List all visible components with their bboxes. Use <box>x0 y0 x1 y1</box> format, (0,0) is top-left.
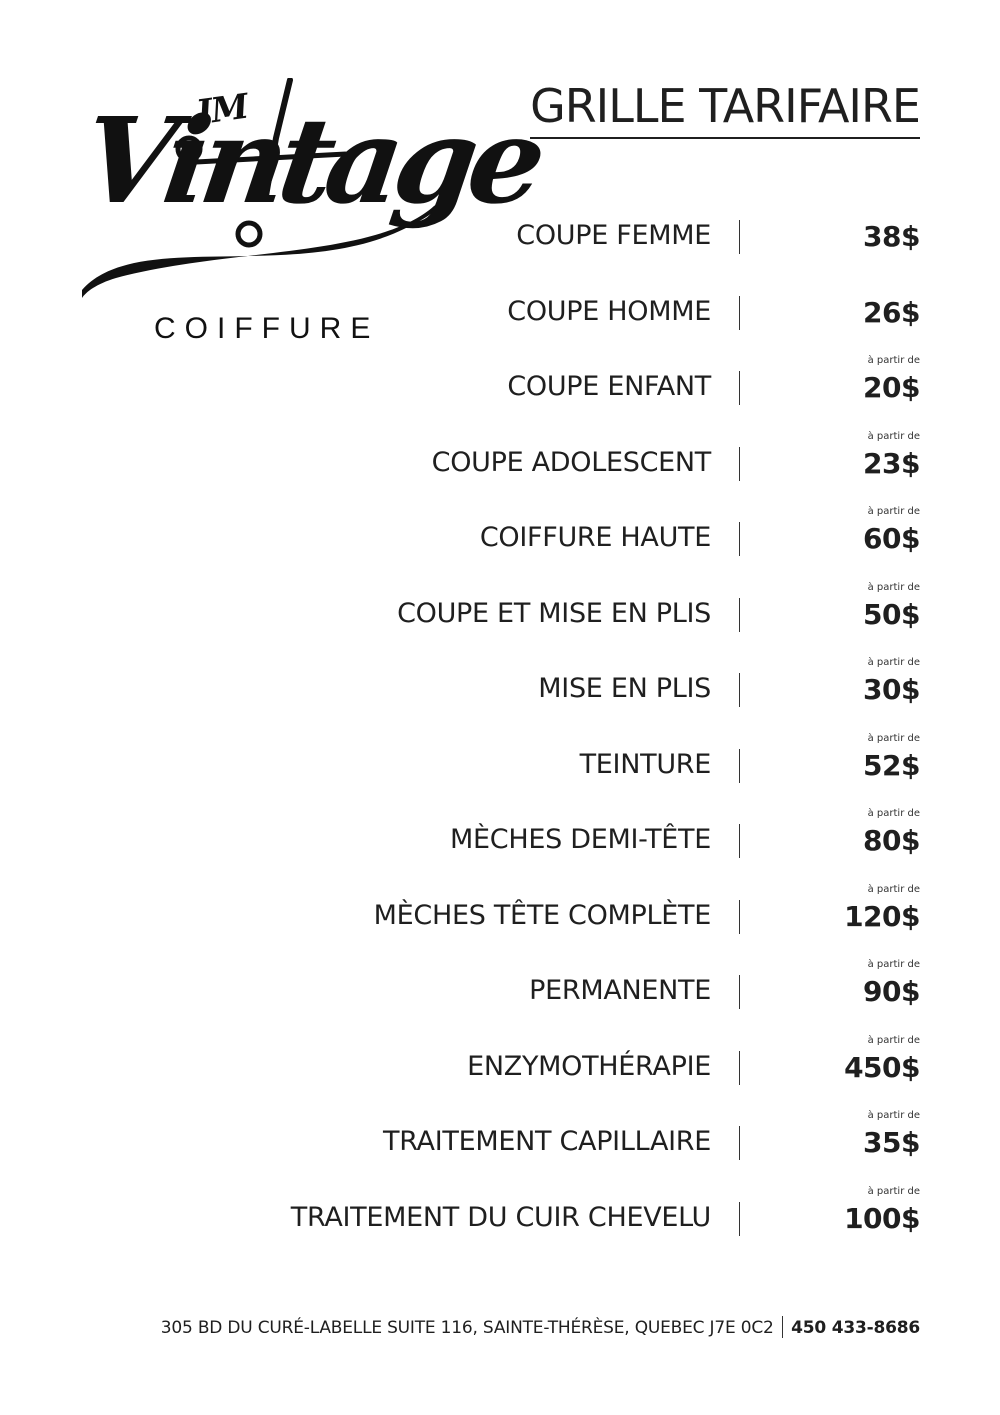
service-name: COUPE ENFANT <box>507 371 711 402</box>
service-name: TRAITEMENT DU CUIR CHEVELU <box>290 1201 712 1233</box>
service-name: COIFFURE HAUTE <box>479 522 711 553</box>
service-name: ENZYMOTHÉRAPIE <box>467 1050 711 1082</box>
footer-divider <box>781 1316 784 1338</box>
row-divider <box>738 1050 740 1085</box>
service-price: 450$ <box>844 1050 920 1084</box>
row-divider <box>738 899 740 934</box>
price-row: COUPE FEMME 38$ <box>220 212 920 288</box>
service-price: 80$ <box>863 824 920 857</box>
from-label: à partir de <box>867 430 920 442</box>
from-label: à partir de <box>867 657 920 668</box>
row-divider <box>738 748 740 783</box>
row-divider <box>738 522 740 556</box>
service-name: TRAITEMENT CAPILLAIRE <box>383 1126 711 1157</box>
price-row: PERMANENTE à partir de 90$ <box>220 959 920 1043</box>
from-label: à partir de <box>867 506 920 517</box>
service-price: 35$ <box>863 1126 920 1159</box>
row-divider <box>738 975 740 1009</box>
logo-wordmark: Vintage <box>74 91 547 230</box>
price-row: TEINTURE à partir de 52$ <box>220 733 920 817</box>
service-name: MÈCHES TÊTE COMPLÈTE <box>373 899 712 931</box>
service-name: COUPE HOMME <box>507 295 711 327</box>
service-price: 52$ <box>863 748 920 782</box>
row-divider <box>738 371 740 405</box>
row-divider <box>738 220 740 254</box>
price-row: MISE EN PLIS à partir de 30$ <box>220 657 920 741</box>
service-name: PERMANENTE <box>529 975 711 1006</box>
service-name: COUPE ADOLESCENT <box>431 446 712 478</box>
from-label: à partir de <box>867 581 920 593</box>
price-list: COUPE FEMME 38$ COUPE HOMME 26$ COUPE ENFANT… <box>220 212 920 1269</box>
service-price: 120$ <box>844 899 920 933</box>
service-price: 38$ <box>863 220 920 253</box>
price-row: ENZYMOTHÉRAPIE à partir de 450$ <box>220 1035 920 1119</box>
price-row: COUPE ET MISE EN PLIS à partir de 50$ <box>220 582 920 666</box>
from-label: à partir de <box>867 732 920 744</box>
from-label: à partir de <box>867 1110 920 1121</box>
from-label: à partir de <box>867 1185 920 1197</box>
page-title: GRILLE TARIFAIRE <box>530 80 921 139</box>
service-name: COUPE FEMME <box>516 220 711 251</box>
service-price: 60$ <box>863 522 920 555</box>
from-label: à partir de <box>867 355 920 366</box>
footer-address: 305 BD DU CURÉ-LABELLE SUITE 116, SAINTE… <box>160 1318 774 1338</box>
row-divider <box>738 446 740 481</box>
service-price: 50$ <box>863 597 920 631</box>
price-row: COUPE HOMME 26$ <box>220 288 920 364</box>
row-divider <box>738 1201 740 1236</box>
service-name: MISE EN PLIS <box>538 673 711 704</box>
row-divider <box>738 597 740 632</box>
price-row: COUPE ENFANT à partir de 20$ <box>220 355 920 439</box>
from-label: à partir de <box>867 959 920 970</box>
service-price: 26$ <box>863 295 920 329</box>
from-label: à partir de <box>867 808 920 819</box>
from-label: à partir de <box>867 883 920 895</box>
service-price: 100$ <box>844 1201 920 1235</box>
from-label: à partir de <box>867 1034 920 1046</box>
service-price: 90$ <box>863 975 920 1008</box>
footer: 305 BD DU CURÉ-LABELLE SUITE 116, SAINTE… <box>161 1316 920 1338</box>
row-divider <box>738 824 740 858</box>
row-divider <box>738 1126 740 1160</box>
price-row: MÈCHES TÊTE COMPLÈTE à partir de 120$ <box>220 884 920 968</box>
service-name: MÈCHES DEMI-TÊTE <box>450 824 711 855</box>
service-price: 20$ <box>863 371 920 404</box>
price-row: COIFFURE HAUTE à partir de 60$ <box>220 506 920 590</box>
row-divider <box>738 673 740 707</box>
price-row: TRAITEMENT CAPILLAIRE à partir de 35$ <box>220 1110 920 1194</box>
service-name: COUPE ET MISE EN PLIS <box>397 597 711 629</box>
row-divider <box>738 295 740 330</box>
service-price: 23$ <box>863 446 920 480</box>
price-row: MÈCHES DEMI-TÊTE à partir de 80$ <box>220 808 920 892</box>
service-price: 30$ <box>863 673 920 706</box>
price-row: COUPE ADOLESCENT à partir de 23$ <box>220 431 920 515</box>
footer-phone: 450 433-8686 <box>791 1318 920 1338</box>
price-row: TRAITEMENT DU CUIR CHEVELU à partir de 100… <box>220 1186 920 1270</box>
service-name: TEINTURE <box>579 748 712 780</box>
